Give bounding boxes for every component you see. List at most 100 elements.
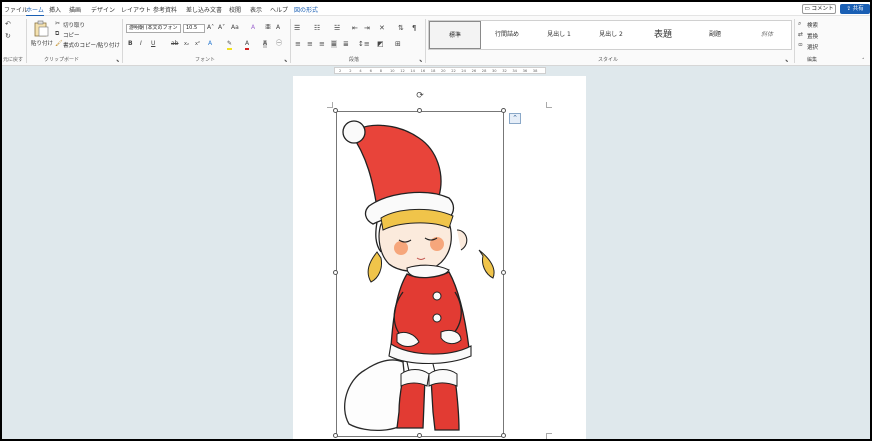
margin-corner <box>546 433 552 439</box>
tab-insert[interactable]: 挿入 <box>49 5 61 14</box>
underline-icon[interactable]: U <box>151 40 155 48</box>
bullets-icon[interactable]: ☰ <box>294 24 300 32</box>
char-shading-icon[interactable]: A <box>263 40 268 48</box>
clear-format-icon[interactable]: A <box>251 24 255 32</box>
undo-icon[interactable]: ↶ <box>5 20 11 28</box>
dialog-launcher-icon[interactable]: ⬊ <box>785 57 788 65</box>
comment-button[interactable]: ▭ コメント <box>802 4 836 14</box>
horizontal-ruler[interactable]: 2 2 4 6 8 10 12 14 16 18 20 22 24 26 28 30 32 34 36 38 <box>334 67 546 74</box>
style-normal[interactable]: 標準 <box>429 21 481 49</box>
tab-view[interactable]: 表示 <box>250 5 262 14</box>
redo-icon[interactable]: ↻ <box>5 32 11 40</box>
text-effects-icon[interactable]: A <box>208 40 212 48</box>
copy-icon: ⧉ <box>55 30 60 37</box>
image-selection-frame[interactable] <box>336 111 504 437</box>
layout-options-icon[interactable]: ⌃ <box>509 113 521 124</box>
line-spacing-icon[interactable]: ↕≡ <box>358 40 370 48</box>
highlight-icon[interactable]: ✎ <box>227 40 233 50</box>
numbering-icon[interactable]: ☷ <box>314 24 320 32</box>
decrease-indent-icon[interactable]: ⇤ <box>352 24 358 32</box>
tab-file[interactable]: ファイル <box>4 5 28 14</box>
justify-icon[interactable]: ≣ <box>331 40 337 48</box>
separator <box>290 19 291 63</box>
style-no-spacing[interactable]: 行間詰め <box>481 21 533 49</box>
tab-design[interactable]: デザイン <box>91 5 115 14</box>
rotate-icon[interactable]: ⟳ <box>415 91 425 101</box>
paragraph-group-label: 段落 <box>349 57 360 63</box>
char-border-icon[interactable]: A <box>276 24 280 32</box>
multilevel-list-icon[interactable]: ☱ <box>334 24 340 32</box>
ruler-tick: 20 <box>441 69 446 73</box>
style-heading-2[interactable]: 見出し 2 <box>585 21 637 49</box>
clipboard-group-label: クリップボード <box>44 57 80 63</box>
borders-icon[interactable]: ⊞ <box>395 40 401 48</box>
resize-handle-top-right[interactable] <box>501 108 506 113</box>
bold-icon[interactable]: B <box>128 40 133 48</box>
share-button[interactable]: ⇪ 共有 <box>840 4 870 14</box>
subscript-icon[interactable]: x₂ <box>184 40 189 48</box>
resize-handle-right[interactable] <box>501 270 506 275</box>
increase-indent-icon[interactable]: ⇥ <box>364 24 370 32</box>
phonetic-guide-icon[interactable]: 亜 <box>265 24 271 32</box>
ruler-tick: 36 <box>522 69 528 73</box>
style-heading-1[interactable]: 見出し 1 <box>533 21 585 49</box>
paste-icon[interactable] <box>33 20 49 37</box>
sort-icon[interactable]: ⇅ <box>398 24 404 32</box>
shading-icon[interactable]: ◩ <box>377 40 384 48</box>
strikethrough-icon[interactable]: ab <box>171 40 179 48</box>
style-title[interactable]: 表題 <box>637 21 689 49</box>
format-painter-button[interactable]: 書式のコピー/貼り付け <box>63 41 120 49</box>
align-left-icon[interactable]: ≡ <box>295 40 301 48</box>
replace-button[interactable]: 置換 <box>807 32 818 40</box>
paste-button[interactable]: 貼り付け <box>31 39 53 47</box>
share-icon: ⇪ <box>846 6 851 12</box>
ruler-tick: 18 <box>430 69 436 73</box>
resize-handle-bottom-left[interactable] <box>333 433 338 438</box>
tab-review[interactable]: 校閲 <box>229 5 241 14</box>
text-direction-icon[interactable]: ✕ <box>379 24 385 32</box>
tab-draw[interactable]: 描画 <box>69 5 81 14</box>
enclose-chars-icon[interactable]: ㊀ <box>276 40 282 48</box>
tab-mailings[interactable]: 差し込み文書 <box>186 5 222 14</box>
tab-picture-format[interactable]: 図の形式 <box>294 5 318 14</box>
align-right-icon[interactable]: ≡ <box>319 40 325 48</box>
resize-handle-bottom-right[interactable] <box>501 433 506 438</box>
tab-help[interactable]: ヘルプ <box>270 5 288 14</box>
style-subtitle[interactable]: 副題 <box>689 21 741 49</box>
tab-layout[interactable]: レイアウト <box>121 5 151 14</box>
copy-button[interactable]: コピー <box>63 31 80 39</box>
superscript-icon[interactable]: x² <box>195 40 200 48</box>
dialog-launcher-icon[interactable]: ⬊ <box>284 57 287 65</box>
ruler-tick: 24 <box>461 69 466 73</box>
align-center-icon[interactable]: ≡ <box>307 40 313 48</box>
font-name-dropdown[interactable]: 游明朝 (本文のフォン <box>126 24 181 33</box>
ruler-tick: 14 <box>410 69 415 73</box>
show-marks-icon[interactable]: ¶ <box>412 24 416 32</box>
word-window: ファイル ホーム 挿入 描画 デザイン レイアウト 参考資料 差し込み文書 校閲… <box>2 2 870 439</box>
dialog-launcher-icon[interactable]: ⬊ <box>116 57 119 65</box>
select-icon: ⮹ <box>798 42 803 49</box>
shrink-font-icon[interactable]: A˅ <box>218 24 225 32</box>
style-emphasis[interactable]: 斜体 <box>741 21 793 49</box>
resize-handle-left[interactable] <box>333 270 338 275</box>
italic-icon[interactable]: I <box>140 40 142 48</box>
change-case-icon[interactable]: Aa <box>231 24 239 32</box>
grow-font-icon[interactable]: A˄ <box>207 24 214 32</box>
ruler-tick: 4 <box>359 69 362 73</box>
resize-handle-bottom[interactable] <box>417 433 422 438</box>
resize-handle-top[interactable] <box>417 108 422 113</box>
font-color-icon[interactable]: A <box>245 40 250 50</box>
find-button[interactable]: 検索 <box>807 21 818 29</box>
tab-home[interactable]: ホーム <box>26 5 44 16</box>
font-size-dropdown[interactable]: 10.5 <box>183 24 205 33</box>
distributed-icon[interactable]: ≣ <box>343 40 349 48</box>
select-button[interactable]: 選択 <box>807 43 818 51</box>
cut-button[interactable]: 切り取り <box>63 21 85 29</box>
tab-references[interactable]: 参考資料 <box>153 5 177 14</box>
dialog-launcher-icon[interactable]: ⬊ <box>419 57 422 65</box>
ruler-tick: 2 <box>349 69 352 73</box>
cut-icon: ✂ <box>55 20 61 27</box>
collapse-ribbon-icon[interactable]: ˄ <box>862 57 865 65</box>
resize-handle-top-left[interactable] <box>333 108 338 113</box>
ruler-tick: 12 <box>400 69 405 73</box>
